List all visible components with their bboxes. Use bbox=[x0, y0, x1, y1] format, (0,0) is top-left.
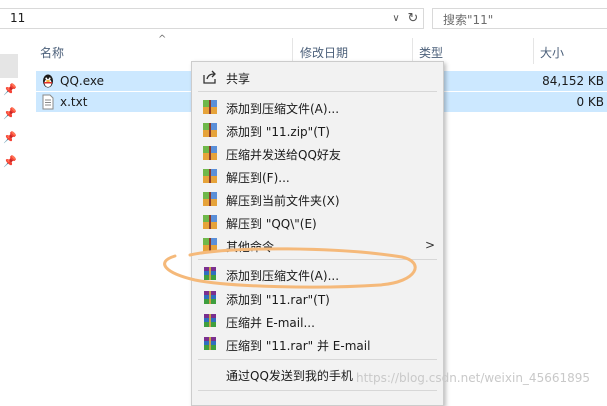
column-header-size[interactable]: 大小 bbox=[540, 44, 564, 61]
menu-separator bbox=[198, 390, 437, 391]
menu-item-label: 共享 bbox=[226, 72, 251, 86]
menu-item-extract-here[interactable]: 解压到当前文件夹(X) bbox=[192, 188, 443, 211]
bandizip-icon bbox=[203, 123, 217, 137]
bandizip-icon bbox=[203, 238, 217, 252]
text-file-icon bbox=[42, 94, 54, 110]
nav-selected-item[interactable] bbox=[0, 54, 18, 78]
file-name[interactable]: x.txt bbox=[60, 95, 87, 109]
qq-penguin-icon bbox=[43, 74, 53, 88]
context-menu: 共享 添加到压缩文件(A)... 添加到 "11.zip"(T) 压缩并发送给Q… bbox=[191, 61, 444, 406]
menu-item-extract-to[interactable]: 解压到(F)... bbox=[192, 165, 443, 188]
menu-item-label: 解压到当前文件夹(X) bbox=[226, 194, 340, 208]
refresh-icon[interactable]: ↻ bbox=[404, 10, 422, 27]
menu-item-label: 压缩并发送给QQ好友 bbox=[226, 148, 341, 162]
column-header-type[interactable]: 类型 bbox=[419, 44, 443, 61]
menu-item-label: 压缩并 E-mail... bbox=[226, 316, 315, 330]
menu-item-label: 通过QQ发送到我的手机 bbox=[226, 369, 353, 383]
file-name[interactable]: QQ.exe bbox=[60, 74, 104, 88]
navigation-pane: 📌 📌 📌 📌 bbox=[0, 36, 18, 401]
pin-icon[interactable]: 📌 bbox=[3, 108, 17, 120]
address-bar-row: 11 ∨ ↻ 搜索"11" bbox=[0, 0, 607, 36]
pin-icon[interactable]: 📌 bbox=[3, 132, 17, 144]
menu-item-add-archive-rar[interactable]: 添加到压缩文件(A)... bbox=[192, 263, 443, 286]
column-divider[interactable] bbox=[533, 38, 534, 64]
bandizip-icon bbox=[203, 146, 217, 160]
menu-item-add-archive-zip[interactable]: 添加到压缩文件(A)... bbox=[192, 96, 443, 119]
address-field[interactable]: 11 bbox=[0, 8, 424, 29]
menu-separator bbox=[198, 91, 437, 92]
menu-item-compress-email[interactable]: 压缩并 E-mail... bbox=[192, 310, 443, 333]
bandizip-icon bbox=[203, 215, 217, 229]
search-input[interactable]: 搜索"11" bbox=[432, 8, 607, 29]
address-path: 11 bbox=[10, 11, 26, 25]
menu-item-share[interactable]: 共享 bbox=[192, 66, 443, 89]
file-size: 84,152 KB bbox=[542, 74, 604, 88]
menu-item-add-to-rar[interactable]: 添加到 "11.rar"(T) bbox=[192, 287, 443, 310]
pin-icon[interactable]: 📌 bbox=[3, 84, 17, 96]
chevron-right-icon: > bbox=[424, 238, 435, 252]
menu-item-label: 其他命令 bbox=[226, 240, 275, 254]
menu-item-label: 添加到 "11.rar"(T) bbox=[226, 293, 330, 307]
pin-icon[interactable]: 📌 bbox=[3, 156, 17, 168]
column-header-date[interactable]: 修改日期 bbox=[300, 44, 348, 61]
menu-separator bbox=[198, 359, 437, 360]
menu-item-label: 解压到(F)... bbox=[226, 171, 290, 185]
menu-item-label: 添加到 "11.zip"(T) bbox=[226, 125, 330, 139]
winrar-icon bbox=[204, 314, 216, 327]
share-icon bbox=[203, 70, 216, 84]
winrar-icon bbox=[204, 337, 216, 350]
menu-item-other-commands[interactable]: 其他命令 > bbox=[192, 234, 443, 257]
winrar-icon bbox=[204, 267, 216, 280]
menu-item-extract-to-qq[interactable]: 解压到 "QQ\"(E) bbox=[192, 211, 443, 234]
menu-separator bbox=[198, 259, 437, 260]
menu-item-add-to-zip[interactable]: 添加到 "11.zip"(T) bbox=[192, 119, 443, 142]
menu-item-compress-send-qq[interactable]: 压缩并发送给QQ好友 bbox=[192, 142, 443, 165]
search-placeholder: 搜索"11" bbox=[443, 13, 494, 27]
menu-item-label: 添加到压缩文件(A)... bbox=[226, 269, 340, 283]
winrar-icon bbox=[204, 291, 216, 304]
file-size: 0 KB bbox=[576, 95, 604, 109]
menu-item-compress-rar-email[interactable]: 压缩到 "11.rar" 并 E-mail bbox=[192, 333, 443, 356]
bandizip-icon bbox=[203, 100, 217, 114]
chevron-down-icon[interactable]: ∨ bbox=[388, 10, 404, 27]
bandizip-icon bbox=[203, 169, 217, 183]
sort-up-icon: ^ bbox=[158, 34, 167, 45]
menu-item-label: 压缩到 "11.rar" 并 E-mail bbox=[226, 339, 371, 353]
watermark-text: https://blog.csdn.net/weixin_45661895 bbox=[356, 371, 591, 385]
bandizip-icon bbox=[203, 192, 217, 206]
menu-item-label: 解压到 "QQ\"(E) bbox=[226, 217, 317, 231]
menu-item-label: 添加到压缩文件(A)... bbox=[226, 102, 340, 116]
column-header-name[interactable]: 名称 bbox=[40, 44, 64, 61]
